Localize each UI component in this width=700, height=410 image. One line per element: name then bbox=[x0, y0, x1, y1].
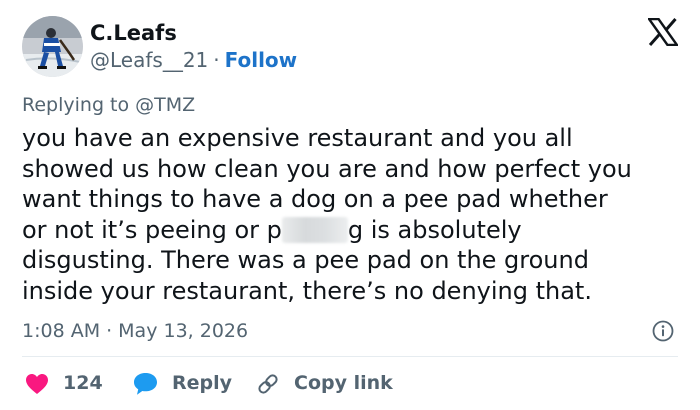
tweet-card: C.Leafs @Leafs__21 · Follow Replying to @T… bbox=[0, 0, 700, 410]
tweet-line: showed us how clean you are and how perf… bbox=[22, 154, 632, 183]
heart-icon bbox=[26, 374, 48, 394]
avatar[interactable] bbox=[22, 16, 83, 77]
tweet-line-censored: or not it’s peeing or p g is absolutely bbox=[22, 215, 687, 246]
separator-dot: · bbox=[106, 320, 113, 342]
speech-bubble-icon bbox=[134, 373, 157, 395]
tweet-time[interactable]: 1:08 AM bbox=[22, 320, 100, 342]
tweet-date[interactable]: May 13, 2026 bbox=[118, 320, 248, 342]
copy-link-button[interactable]: Copy link bbox=[256, 369, 406, 397]
user-handle[interactable]: @Leafs__21 bbox=[90, 48, 208, 72]
reply-label: Reply bbox=[172, 372, 233, 394]
tweet-line: you have an expensive restaurant and you… bbox=[22, 124, 573, 152]
divider bbox=[22, 356, 678, 357]
like-button[interactable]: 124 bbox=[22, 369, 112, 397]
handle-row: @Leafs__21 · Follow bbox=[90, 47, 297, 73]
tweet-line: disgusting. There was a pee pad on the g… bbox=[22, 246, 589, 275]
display-name[interactable]: C.Leafs bbox=[90, 20, 177, 46]
replying-to-line: Replying to @TMZ bbox=[22, 92, 195, 118]
link-icon bbox=[258, 374, 278, 394]
info-icon[interactable] bbox=[652, 320, 674, 342]
like-count: 124 bbox=[63, 372, 103, 394]
reply-mention-link[interactable]: @TMZ bbox=[135, 94, 195, 116]
censored-word-blur bbox=[281, 216, 348, 243]
tweet-line-part: or not it’s peeing or p bbox=[22, 215, 282, 244]
replying-to-label: Replying to bbox=[22, 94, 130, 116]
separator-dot: · bbox=[213, 48, 220, 72]
follow-button[interactable]: Follow bbox=[225, 48, 298, 72]
tweet-line: want things to have a dog on a pee pad w… bbox=[22, 185, 608, 214]
tweet-line: inside your restaurant, there’s no denyi… bbox=[22, 276, 592, 305]
tweet-text: you have an expensive restaurant and you… bbox=[22, 123, 687, 307]
tweet-line-part: g is absolutely bbox=[347, 215, 522, 244]
timestamp-row[interactable]: 1:08 AM · May 13, 2026 bbox=[22, 318, 248, 344]
reply-button[interactable]: Reply bbox=[133, 369, 243, 397]
x-logo-icon[interactable] bbox=[646, 17, 680, 47]
copy-link-label: Copy link bbox=[294, 372, 393, 394]
